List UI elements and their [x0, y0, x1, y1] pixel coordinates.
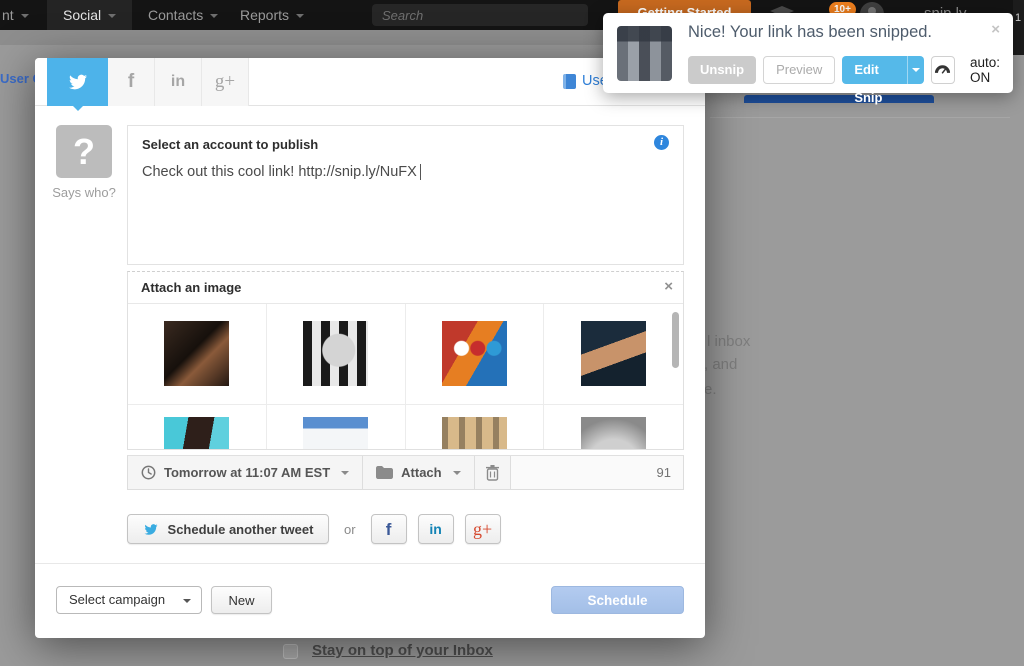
image-option-4[interactable] — [544, 304, 683, 404]
chevron-down-icon — [183, 599, 191, 603]
chevron-down-icon — [453, 471, 461, 475]
tweet-text[interactable]: Check out this cool link! http://snip.ly… — [142, 164, 421, 180]
stay-on-top-inbox-link[interactable]: Stay on top of your Inbox — [312, 642, 493, 659]
chevron-down-icon — [210, 14, 218, 18]
nav-item-social[interactable]: Social — [47, 0, 132, 30]
close-icon[interactable]: × — [664, 278, 673, 295]
compose-toolbar: Tomorrow at 11:07 AM EST Attach 91 — [127, 455, 684, 490]
search-input[interactable] — [372, 4, 588, 26]
says-who-label: Says who? — [39, 185, 129, 200]
image-option-2[interactable] — [267, 304, 406, 404]
compose-modal: f in g+ Use ? Says who? Select an accoun… — [35, 58, 705, 638]
nav-item-contacts[interactable]: Contacts — [148, 0, 218, 30]
edit-snip-button[interactable]: Edit Snip — [842, 56, 923, 84]
bw-face-photo — [581, 417, 646, 449]
nav-item-truncated[interactable]: nt — [2, 0, 29, 30]
image-option-5[interactable] — [128, 405, 267, 449]
background-text-fragment: l inbox — [707, 333, 750, 350]
tab-linkedin[interactable]: in — [155, 58, 202, 106]
chevron-down-icon — [912, 68, 920, 72]
man-on-phone-photo — [581, 321, 646, 386]
or-label: or — [344, 522, 356, 537]
close-icon[interactable]: × — [991, 21, 1000, 38]
background-divider — [710, 117, 1010, 118]
chevron-down-icon — [108, 14, 116, 18]
trash-icon — [486, 465, 499, 481]
tweet-compose-area[interactable]: Select an account to publish i Check out… — [127, 125, 684, 265]
unsnip-button[interactable]: Unsnip — [688, 56, 756, 84]
man-with-headset-photo — [164, 321, 229, 386]
background-blue-button — [744, 95, 934, 103]
news-app-icons-photo — [442, 321, 507, 386]
sniply-notification-popup: Nice! Your link has been snipped. × Unsn… — [603, 13, 1013, 93]
image-option-8[interactable] — [544, 405, 683, 449]
clock-icon — [141, 465, 156, 480]
select-campaign-dropdown[interactable]: Select campaign — [56, 586, 202, 614]
attach-image-title: Attach an image — [141, 280, 241, 295]
delete-button[interactable] — [475, 456, 511, 489]
edit-snip-dropdown[interactable] — [907, 56, 923, 84]
twitter-bird-icon — [67, 73, 89, 91]
attach-image-panel: Attach an image × — [127, 271, 684, 450]
image-option-6[interactable] — [267, 405, 406, 449]
tab-twitter[interactable] — [47, 58, 108, 106]
schedule-time-dropdown[interactable]: Tomorrow at 11:07 AM EST — [128, 456, 363, 489]
background-text-fragment: , and — [704, 356, 737, 373]
text-cursor — [420, 164, 421, 180]
inbox-checkbox[interactable] — [283, 644, 298, 659]
image-option-7[interactable] — [406, 405, 545, 449]
image-option-1[interactable] — [128, 304, 267, 404]
folder-icon — [376, 466, 393, 479]
tab-facebook[interactable]: f — [108, 58, 155, 106]
footer-divider — [35, 563, 705, 564]
gauge-icon — [934, 64, 951, 76]
image-option-3[interactable] — [406, 304, 545, 404]
edge-notification-strip: 1 — [1013, 0, 1024, 55]
new-campaign-button[interactable]: New — [211, 586, 272, 614]
schedule-another-tweet-button[interactable]: Schedule another tweet — [127, 514, 329, 544]
auto-status-label: auto: ON — [970, 55, 1013, 85]
dashboard-screenshot — [303, 417, 368, 449]
chevron-down-icon — [21, 14, 29, 18]
twitter-bird-icon — [143, 523, 159, 536]
image-grid-scrollbar[interactable] — [672, 312, 679, 368]
use-template-link[interactable]: Use — [563, 73, 608, 89]
popup-title: Nice! Your link has been snipped. — [688, 23, 932, 42]
info-icon[interactable]: i — [654, 135, 669, 150]
woman-teal-photo — [164, 417, 229, 449]
account-prompt: Select an account to publish — [142, 137, 318, 152]
background-text-fragment: e. — [704, 381, 717, 398]
image-grid — [128, 304, 683, 449]
schedule-button[interactable]: Schedule — [551, 586, 684, 614]
googleplus-button[interactable]: g+ — [465, 514, 501, 544]
tab-googleplus[interactable]: g+ — [202, 58, 249, 106]
snipped-link-thumbnail — [617, 26, 672, 81]
chevron-down-icon — [341, 471, 349, 475]
nav-item-reports[interactable]: Reports — [240, 0, 304, 30]
building-people-photo — [442, 417, 507, 449]
character-count: 91 — [511, 456, 683, 489]
attach-dropdown[interactable]: Attach — [363, 456, 474, 489]
actions-row: Schedule another tweet or f in g+ — [127, 513, 512, 545]
preview-button[interactable]: Preview — [763, 56, 835, 84]
template-icon — [563, 74, 576, 89]
bw-smiling-man-photo — [303, 321, 368, 386]
linkedin-button[interactable]: in — [418, 514, 454, 544]
chevron-down-icon — [296, 14, 304, 18]
account-picker-button[interactable]: ? — [56, 125, 112, 178]
dashboard-gauge-button[interactable] — [931, 56, 955, 84]
facebook-button[interactable]: f — [371, 514, 407, 544]
